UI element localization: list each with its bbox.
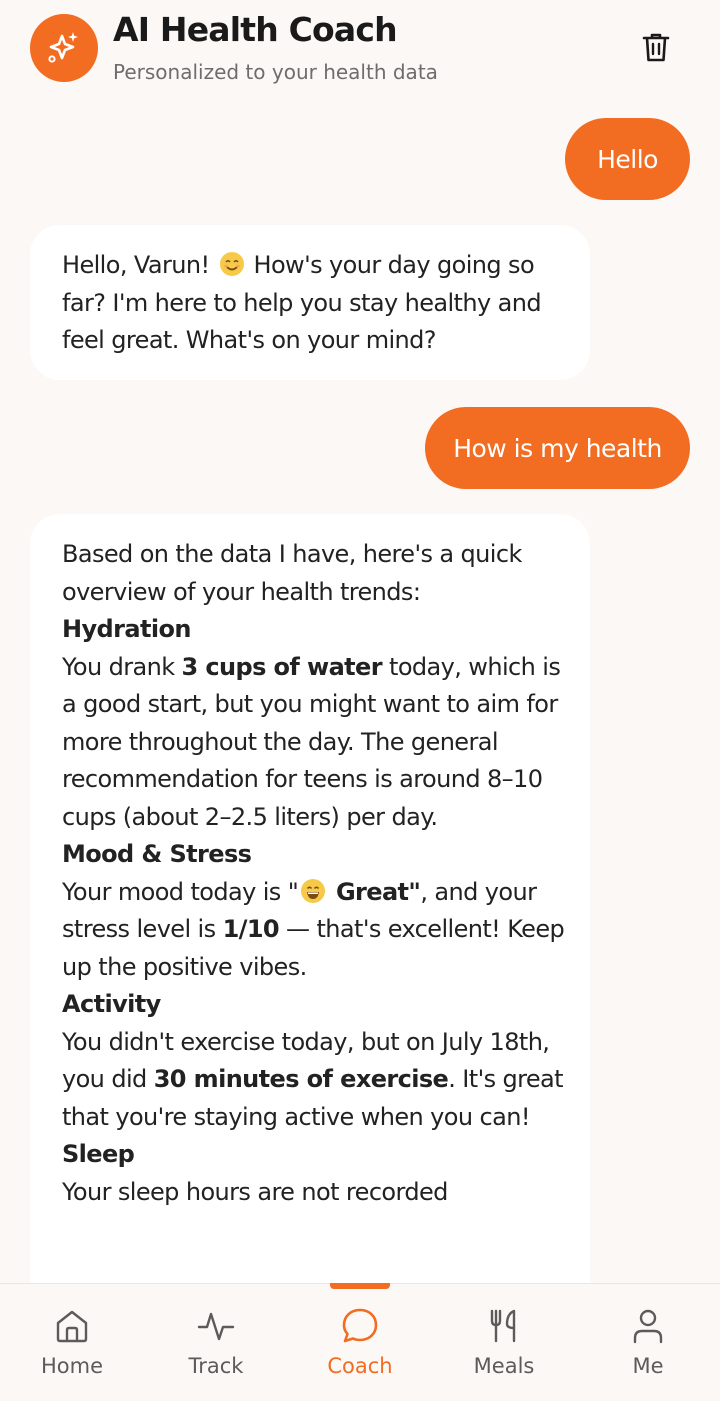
chat-bubble-icon bbox=[342, 1308, 378, 1343]
nav-item-coach[interactable]: Coach bbox=[288, 1284, 432, 1401]
activity-text: You didn't exercise today, but on July 1… bbox=[62, 1027, 564, 1131]
nav-label-me: Me bbox=[632, 1354, 664, 1378]
hydration-text: You drank 3 cups of water today, which i… bbox=[62, 652, 561, 831]
user-message-text: Hello bbox=[597, 144, 658, 174]
chat-thread[interactable]: Hello Hello, Varun! How's your day going… bbox=[0, 100, 720, 1283]
utensils-icon bbox=[490, 1309, 516, 1343]
nav-item-home[interactable]: Home bbox=[0, 1284, 144, 1401]
user-message: How is my health bbox=[425, 407, 690, 489]
nav-item-track[interactable]: Track bbox=[144, 1284, 288, 1401]
app-header: AI Health Coach Personalized to your hea… bbox=[0, 0, 720, 100]
assistant-message-text: Hello, Varun! How's your day going so fa… bbox=[62, 251, 542, 354]
page-title: AI Health Coach bbox=[113, 10, 398, 49]
user-message-text: How is my health bbox=[453, 433, 662, 463]
sleep-heading: Sleep bbox=[62, 1140, 135, 1168]
nav-label-home: Home bbox=[40, 1354, 103, 1378]
activity-icon bbox=[197, 1312, 235, 1341]
nav-label-coach: Coach bbox=[327, 1354, 393, 1378]
grinning-face-emoji-icon bbox=[301, 878, 326, 903]
home-icon bbox=[56, 1310, 88, 1343]
activity-heading: Activity bbox=[62, 990, 161, 1018]
hydration-heading: Hydration bbox=[62, 615, 191, 643]
sleep-text: Your sleep hours are not recorded bbox=[62, 1177, 448, 1206]
health-overview-intro: Based on the data I have, here's a quick… bbox=[62, 540, 522, 606]
user-message: Hello bbox=[565, 118, 690, 200]
nav-label-track: Track bbox=[188, 1354, 244, 1378]
smiling-face-emoji-icon bbox=[219, 252, 244, 276]
trash-icon bbox=[642, 33, 670, 62]
app-screen: AI Health Coach Personalized to your hea… bbox=[0, 0, 720, 1401]
user-icon bbox=[633, 1309, 663, 1344]
assistant-message: Hello, Varun! How's your day going so fa… bbox=[30, 225, 590, 380]
nav-label-meals: Meals bbox=[473, 1354, 535, 1378]
bottom-nav: Home Track Coach Meals Me bbox=[0, 1283, 720, 1401]
assistant-message: Based on the data I have, here's a quick… bbox=[30, 514, 590, 1283]
coach-logo bbox=[30, 14, 98, 82]
mood-heading: Mood & Stress bbox=[62, 840, 252, 868]
nav-item-me[interactable]: Me bbox=[576, 1284, 720, 1401]
sparkles-icon bbox=[48, 32, 78, 63]
mood-text: Your mood today is " Great", and your st… bbox=[62, 877, 565, 981]
clear-chat-button[interactable] bbox=[637, 28, 675, 66]
page-subtitle: Personalized to your health data bbox=[113, 60, 438, 84]
nav-item-meals[interactable]: Meals bbox=[432, 1284, 576, 1401]
